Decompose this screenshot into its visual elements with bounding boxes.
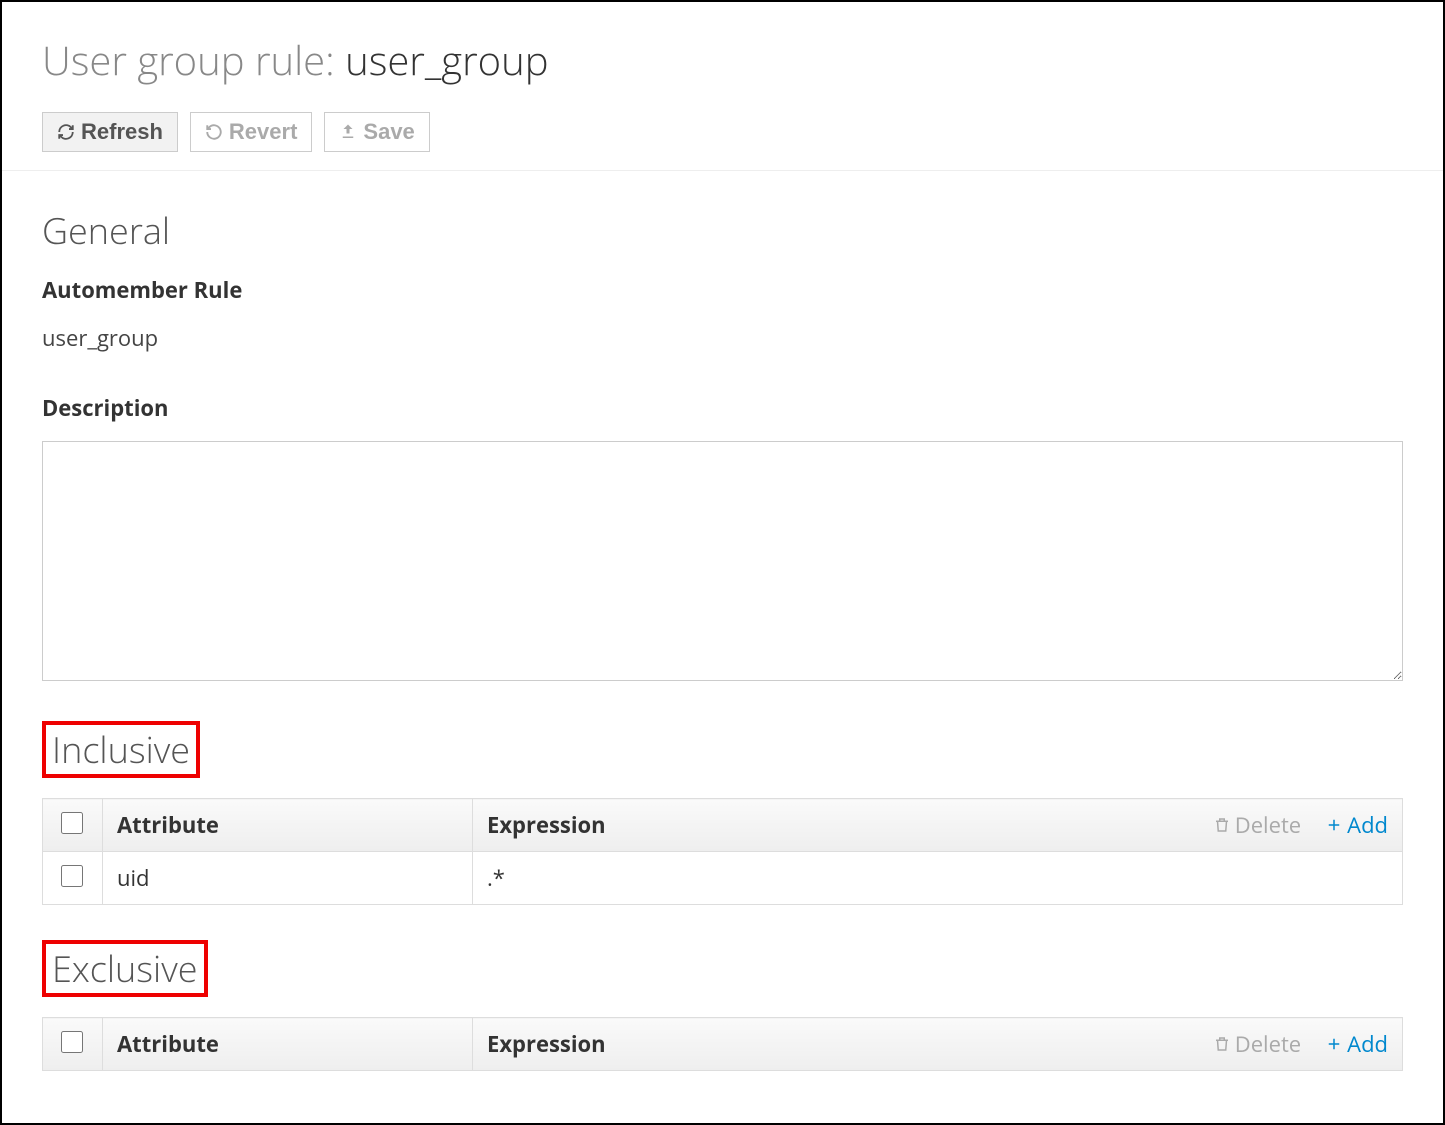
save-button[interactable]: Save: [324, 112, 429, 152]
automember-label: Automember Rule: [42, 275, 1403, 305]
inclusive-col-expression-label: Expression: [487, 810, 606, 840]
inclusive-col-attribute: Attribute: [103, 799, 473, 852]
description-label: Description: [42, 393, 1403, 423]
inclusive-delete-label: Delete: [1235, 810, 1301, 840]
inclusive-row-expression: .*: [473, 852, 1403, 905]
general-heading: General: [42, 206, 1403, 255]
exclusive-add-label: Add: [1347, 1029, 1388, 1059]
refresh-icon: [57, 123, 75, 141]
exclusive-delete-button[interactable]: Delete: [1213, 1029, 1301, 1059]
exclusive-table: Attribute Expression Delete: [42, 1017, 1403, 1071]
automember-value: user_group: [42, 323, 1403, 353]
inclusive-row-attribute: uid: [103, 852, 473, 905]
refresh-button[interactable]: Refresh: [42, 112, 178, 152]
page-title-prefix: User group rule:: [42, 32, 345, 87]
exclusive-col-expression-label: Expression: [487, 1029, 606, 1059]
save-label: Save: [363, 119, 414, 145]
inclusive-select-all-checkbox[interactable]: [61, 812, 83, 834]
revert-label: Revert: [229, 119, 297, 145]
exclusive-heading: Exclusive: [42, 940, 1403, 997]
toolbar: Refresh Revert Save: [2, 112, 1443, 171]
revert-button[interactable]: Revert: [190, 112, 312, 152]
exclusive-add-button[interactable]: Add: [1325, 1029, 1388, 1059]
inclusive-delete-button[interactable]: Delete: [1213, 810, 1301, 840]
table-row: uid .*: [43, 852, 1403, 905]
inclusive-section: Inclusive Attribute Expression: [42, 721, 1403, 905]
inclusive-add-label: Add: [1347, 810, 1388, 840]
exclusive-select-all-checkbox[interactable]: [61, 1031, 83, 1053]
exclusive-delete-label: Delete: [1235, 1029, 1301, 1059]
exclusive-col-attribute: Attribute: [103, 1018, 473, 1071]
upload-icon: [339, 123, 357, 141]
inclusive-table: Attribute Expression Delete: [42, 798, 1403, 905]
inclusive-col-expression: Expression Delete Add: [473, 799, 1403, 852]
inclusive-heading-text: Inclusive: [42, 721, 200, 778]
description-textarea[interactable]: [42, 441, 1403, 681]
page-title-name: user_group: [345, 32, 548, 87]
inclusive-add-button[interactable]: Add: [1325, 810, 1388, 840]
exclusive-col-expression: Expression Delete Add: [473, 1018, 1403, 1071]
exclusive-heading-text: Exclusive: [42, 940, 208, 997]
inclusive-heading: Inclusive: [42, 721, 1403, 778]
refresh-label: Refresh: [81, 119, 163, 145]
exclusive-section: Exclusive Attribute Expression: [42, 940, 1403, 1071]
general-section: General Automember Rule user_group Descr…: [42, 206, 1403, 686]
inclusive-row-checkbox[interactable]: [61, 865, 83, 887]
page-title: User group rule: user_group: [42, 32, 1403, 87]
revert-icon: [205, 123, 223, 141]
